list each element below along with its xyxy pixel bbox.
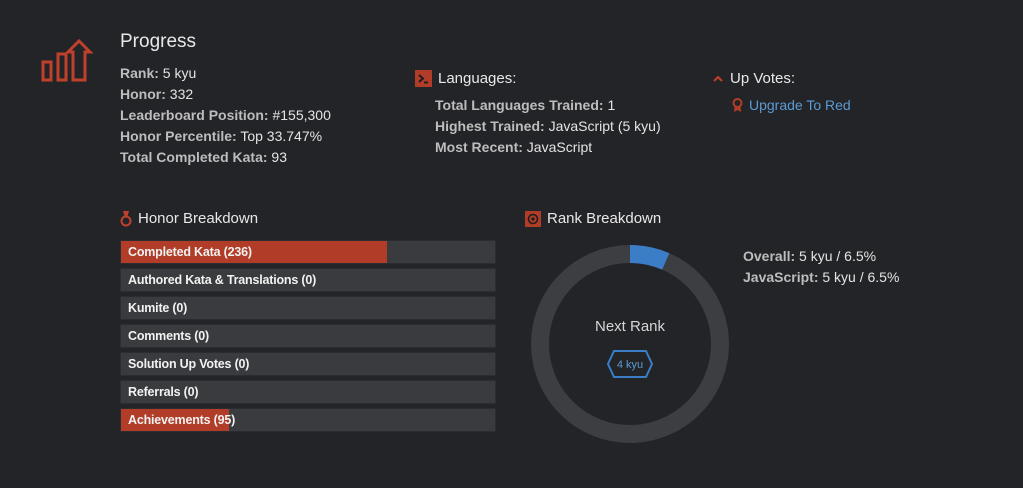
languages-trained-row: Total Languages Trained: 1	[435, 95, 661, 116]
overall-label: Overall:	[743, 248, 796, 264]
languages-header: Languages:	[415, 70, 516, 87]
percentile-label: Honor Percentile:	[120, 128, 237, 144]
languages-trained-value: 1	[607, 97, 616, 113]
rank-value: 5 kyu	[162, 65, 197, 81]
honor-breakdown-title: Honor Breakdown	[138, 210, 259, 227]
honor-bar-label: Referrals (0)	[128, 385, 199, 399]
completed-row: Total Completed Kata: 93	[120, 147, 331, 168]
completed-value: 93	[271, 149, 287, 165]
honor-bar-label: Comments (0)	[128, 329, 209, 343]
medal-icon	[120, 210, 132, 226]
percentile-row: Honor Percentile: Top 33.747%	[120, 126, 331, 147]
leaderboard-label: Leaderboard Position:	[120, 107, 269, 123]
leaderboard-value: #155,300	[272, 107, 331, 123]
honor-bar-label: Kumite (0)	[128, 301, 188, 315]
rank-label: Rank:	[120, 65, 159, 81]
donut-track	[531, 245, 729, 443]
honor-bar: Solution Up Votes (0)	[120, 352, 496, 376]
next-rank-badge: 4 kyu	[606, 350, 654, 378]
next-rank-value: 4 kyu	[617, 359, 643, 371]
upgrade-link-row: Upgrade To Red	[732, 97, 851, 113]
progress-stats: Rank: 5 kyu Honor: 332 Leaderboard Posit…	[120, 63, 331, 168]
completed-label: Total Completed Kata:	[120, 149, 268, 165]
upgrade-to-red-link[interactable]: Upgrade To Red	[749, 97, 851, 113]
ribbon-icon	[732, 97, 743, 112]
javascript-rank-label: JavaScript:	[743, 269, 819, 285]
highest-trained-value: JavaScript (5 kyu)	[548, 118, 661, 134]
most-recent-value: JavaScript	[526, 139, 593, 155]
highest-trained-label: Highest Trained:	[435, 118, 545, 134]
rank-row: Rank: 5 kyu	[120, 63, 331, 84]
next-rank-label: Next Rank	[595, 318, 666, 335]
honor-bar: Kumite (0)	[120, 296, 496, 320]
honor-breakdown-header: Honor Breakdown	[120, 210, 258, 227]
chevron-up-icon	[713, 75, 723, 82]
honor-bar: Comments (0)	[120, 324, 496, 348]
languages-title: Languages:	[438, 70, 517, 87]
upvotes-title: Up Votes:	[730, 70, 796, 87]
rank-breakdown-title: Rank Breakdown	[547, 210, 662, 227]
terminal-icon	[415, 70, 432, 87]
honor-bar-label: Achievements (95)	[128, 413, 236, 427]
honor-bar: Authored Kata & Translations (0)	[120, 268, 496, 292]
progress-title: Progress	[120, 31, 197, 52]
honor-value: 332	[169, 86, 194, 102]
honor-bar: Referrals (0)	[120, 380, 496, 404]
highest-trained-row: Highest Trained: JavaScript (5 kyu)	[435, 116, 661, 137]
honor-bar-label: Authored Kata & Translations (0)	[128, 273, 317, 287]
honor-bar-label: Completed Kata (236)	[128, 245, 252, 259]
overall-value: 5 kyu / 6.5%	[799, 248, 877, 264]
target-icon	[525, 210, 541, 227]
overall-row: Overall: 5 kyu / 6.5%	[743, 246, 899, 267]
honor-bar: Achievements (95)	[120, 408, 496, 432]
most-recent-label: Most Recent:	[435, 139, 523, 155]
javascript-rank-row: JavaScript: 5 kyu / 6.5%	[743, 267, 899, 288]
languages-stats: Total Languages Trained: 1 Highest Train…	[435, 95, 661, 158]
rank-breakdown-stats: Overall: 5 kyu / 6.5% JavaScript: 5 kyu …	[743, 246, 899, 288]
most-recent-row: Most Recent: JavaScript	[435, 137, 661, 158]
honor-row: Honor: 332	[120, 84, 331, 105]
upvotes-header: Up Votes:	[712, 70, 795, 87]
languages-trained-label: Total Languages Trained:	[435, 97, 604, 113]
bar-chart-up-arrow-icon	[41, 38, 94, 82]
honor-bar-label: Solution Up Votes (0)	[128, 357, 250, 371]
honor-label: Honor:	[120, 86, 166, 102]
honor-bar: Completed Kata (236)	[120, 240, 496, 264]
rank-donut-chart: Next Rank 4 kyu	[531, 245, 729, 443]
rank-breakdown-header: Rank Breakdown	[525, 210, 661, 227]
leaderboard-row: Leaderboard Position: #155,300	[120, 105, 331, 126]
javascript-rank-value: 5 kyu / 6.5%	[822, 269, 900, 285]
percentile-value: Top 33.747%	[240, 128, 323, 144]
